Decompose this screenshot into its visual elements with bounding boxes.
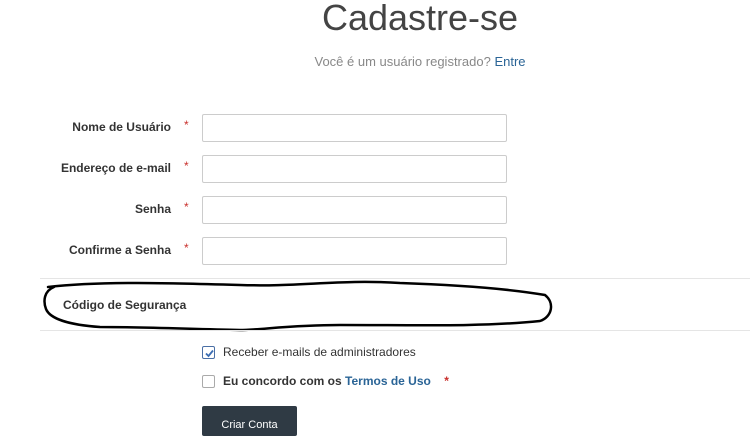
password-input[interactable] xyxy=(202,196,507,224)
email-input[interactable] xyxy=(202,155,507,183)
terms-label: Eu concordo com os Termos de Uso * xyxy=(223,374,449,388)
password-label: Senha xyxy=(134,202,171,216)
confirm-password-label: Confirme a Senha xyxy=(68,243,171,257)
scribble-annotation xyxy=(43,280,553,332)
email-row: Endereço de e-mail * xyxy=(0,155,750,183)
check-icon xyxy=(205,349,214,358)
required-marker: * xyxy=(184,118,189,132)
admin-emails-label: Receber e-mails de administradores xyxy=(223,345,416,359)
required-marker: * xyxy=(444,374,449,388)
email-label: Endereço de e-mail xyxy=(60,161,171,175)
terms-checkbox[interactable] xyxy=(202,375,215,388)
username-input[interactable] xyxy=(202,114,507,142)
admin-emails-checkbox[interactable] xyxy=(202,346,215,359)
username-label: Nome de Usuário xyxy=(72,120,171,134)
password-row: Senha * xyxy=(0,196,750,224)
login-link[interactable]: Entre xyxy=(494,54,525,69)
page-title: Cadastre-se xyxy=(321,0,519,38)
required-marker: * xyxy=(184,159,189,173)
confirm-password-input[interactable] xyxy=(202,237,507,265)
terms-link[interactable]: Termos de Uso xyxy=(345,374,431,388)
required-marker: * xyxy=(184,241,189,255)
divider xyxy=(40,330,750,331)
create-account-button[interactable]: Criar Conta xyxy=(202,406,297,436)
login-prompt-text: Você é um usuário registrado? xyxy=(314,54,491,69)
terms-prefix: Eu concordo com os xyxy=(223,374,342,388)
login-prompt: Você é um usuário registrado? Entre xyxy=(0,54,750,69)
confirm-password-row: Confirme a Senha * xyxy=(0,237,750,265)
required-marker: * xyxy=(184,200,189,214)
username-row: Nome de Usuário * xyxy=(0,114,750,142)
